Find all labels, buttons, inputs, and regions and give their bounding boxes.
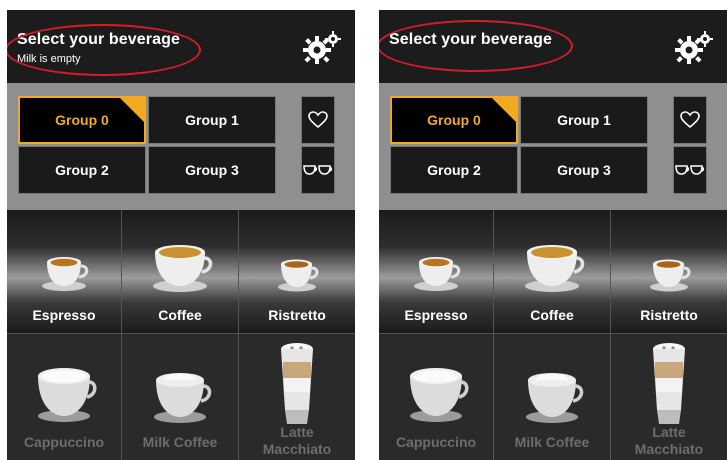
favorites-button[interactable] xyxy=(673,96,707,144)
selected-corner-marker xyxy=(491,97,517,123)
group-0-button[interactable]: Group 0 xyxy=(18,96,146,144)
beverage-tile-latte-macchiato[interactable]: Latte Macchiato xyxy=(239,334,355,460)
two-cups-icon xyxy=(675,165,705,175)
group-1-label: Group 1 xyxy=(185,112,239,128)
header: Select your beverage xyxy=(379,10,727,83)
beverage-tile-milk-coffee[interactable]: Milk Coffee xyxy=(122,334,239,460)
header: Select your beverage Milk is empty xyxy=(7,10,355,83)
latte-macchiato-glass-icon xyxy=(653,343,685,424)
ristretto-cup-icon xyxy=(278,259,319,292)
heart-icon xyxy=(680,111,700,129)
beverage-tile-coffee[interactable]: Coffee xyxy=(494,210,611,334)
settings-button[interactable] xyxy=(303,30,343,64)
beverage-grid: Espresso Coffee Ristretto Cappuccino Mil… xyxy=(7,210,355,460)
beverage-label-coffee: Coffee xyxy=(530,307,574,323)
cappuccino-cup-icon xyxy=(38,368,97,422)
settings-button[interactable] xyxy=(675,30,715,64)
favorites-button[interactable] xyxy=(301,96,335,144)
gear-icon xyxy=(303,31,341,64)
beverage-label-latte-macchiato: Latte Macchiato xyxy=(634,424,704,457)
beverage-grid: Espresso Coffee Ristretto Cappuccino Mil… xyxy=(379,210,727,460)
beverage-label-milk-coffee: Milk Coffee xyxy=(514,434,590,450)
group-2-label: Group 2 xyxy=(55,162,109,178)
beverage-tile-milk-coffee[interactable]: Milk Coffee xyxy=(494,334,611,460)
beverage-tile-coffee[interactable]: Coffee xyxy=(122,210,239,334)
beverage-tile-latte-macchiato[interactable]: Latte Macchiato xyxy=(611,334,727,460)
beverage-tile-ristretto[interactable]: Ristretto xyxy=(611,210,727,334)
espresso-cup-icon xyxy=(414,257,461,291)
highlight-ring xyxy=(379,20,573,72)
group-1-label: Group 1 xyxy=(557,112,611,128)
group-3-button[interactable]: Group 3 xyxy=(148,146,276,194)
cappuccino-cup-icon xyxy=(410,368,469,422)
group-2-label: Group 2 xyxy=(427,162,481,178)
beverage-label-latte-macchiato: Latte Macchiato xyxy=(262,424,332,457)
highlight-ring xyxy=(7,24,201,76)
beverage-panel-right: Select your beverage Group 0 Group 1 Gro… xyxy=(379,10,727,460)
two-cups-icon xyxy=(303,165,333,175)
group-1-button[interactable]: Group 1 xyxy=(148,96,276,144)
group-1-button[interactable]: Group 1 xyxy=(520,96,648,144)
beverage-tile-cappuccino[interactable]: Cappuccino xyxy=(379,334,494,460)
beverage-label-espresso: Espresso xyxy=(404,307,468,323)
group-2-button[interactable]: Group 2 xyxy=(18,146,146,194)
group-0-label: Group 0 xyxy=(427,112,481,128)
coffee-cup-icon xyxy=(153,245,213,292)
latte-macchiato-glass-icon xyxy=(281,343,313,424)
gear-icon xyxy=(675,31,713,64)
beverage-label-milk-coffee: Milk Coffee xyxy=(142,434,218,450)
coffee-cup-icon xyxy=(525,245,585,292)
group-2-button[interactable]: Group 2 xyxy=(390,146,518,194)
beverage-panel-left: Select your beverage Milk is empty Group… xyxy=(7,10,355,460)
group-3-label: Group 3 xyxy=(185,162,239,178)
beverage-tile-espresso[interactable]: Espresso xyxy=(379,210,494,334)
beverage-label-espresso: Espresso xyxy=(32,307,96,323)
beverage-label-coffee: Coffee xyxy=(158,307,202,323)
selected-corner-marker xyxy=(119,97,145,123)
milk-coffee-cup-icon xyxy=(526,373,584,423)
group-3-label: Group 3 xyxy=(557,162,611,178)
heart-icon xyxy=(308,111,328,129)
beverage-tile-ristretto[interactable]: Ristretto xyxy=(239,210,355,334)
beverage-tile-espresso[interactable]: Espresso xyxy=(7,210,122,334)
group-3-button[interactable]: Group 3 xyxy=(520,146,648,194)
group-bar: Group 0 Group 1 Group 2 Group 3 xyxy=(7,83,355,210)
espresso-cup-icon xyxy=(42,257,89,291)
beverage-label-ristretto: Ristretto xyxy=(640,307,698,323)
beverage-label-cappuccino: Cappuccino xyxy=(395,434,477,450)
group-0-label: Group 0 xyxy=(55,112,109,128)
milk-coffee-cup-icon xyxy=(154,373,212,423)
beverage-tile-cappuccino[interactable]: Cappuccino xyxy=(7,334,122,460)
group-bar: Group 0 Group 1 Group 2 Group 3 xyxy=(379,83,727,210)
double-cup-button[interactable] xyxy=(301,146,335,194)
group-0-button[interactable]: Group 0 xyxy=(390,96,518,144)
double-cup-button[interactable] xyxy=(673,146,707,194)
beverage-label-ristretto: Ristretto xyxy=(268,307,326,323)
ristretto-cup-icon xyxy=(650,259,691,292)
beverage-label-cappuccino: Cappuccino xyxy=(23,434,105,450)
